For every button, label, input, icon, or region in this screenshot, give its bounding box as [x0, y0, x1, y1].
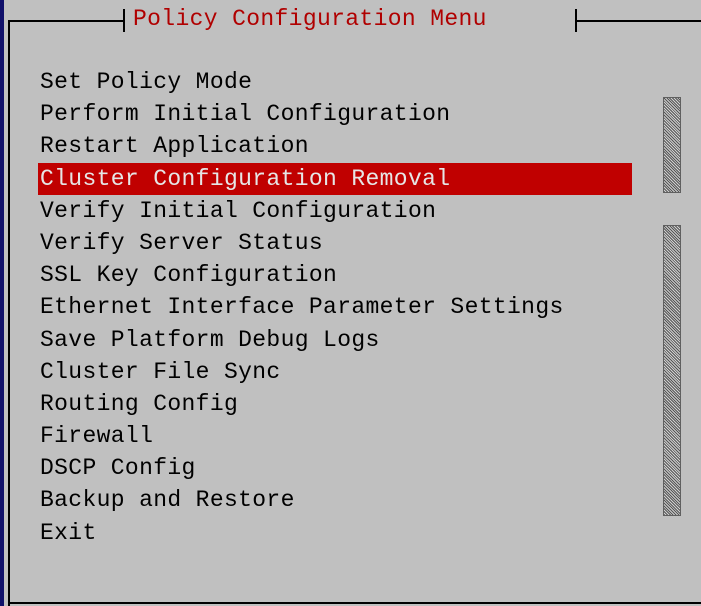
menu-frame-title-tick-left: [123, 9, 125, 32]
menu-frame-top-right: [575, 20, 701, 22]
menu-list: Set Policy Mode Perform Initial Configur…: [38, 66, 632, 549]
menu-item-dscp-config[interactable]: DSCP Config: [40, 452, 632, 484]
menu-title: Policy Configuration Menu: [133, 6, 487, 32]
menu-frame-left: [8, 20, 10, 606]
menu-item-save-platform-debug-logs[interactable]: Save Platform Debug Logs: [40, 324, 632, 356]
menu-item-routing-config[interactable]: Routing Config: [40, 388, 632, 420]
menu-frame-bottom: [8, 602, 701, 604]
window-left-edge: [0, 0, 4, 606]
menu-item-restart-application[interactable]: Restart Application: [40, 130, 632, 162]
menu-frame-top-left: [8, 20, 124, 22]
menu-item-cluster-configuration-removal[interactable]: Cluster Configuration Removal: [38, 162, 632, 195]
menu-item-ssl-key-configuration[interactable]: SSL Key Configuration: [40, 259, 632, 291]
menu-item-firewall[interactable]: Firewall: [40, 420, 632, 452]
menu-item-ethernet-interface-parameter-settings[interactable]: Ethernet Interface Parameter Settings: [40, 291, 632, 323]
scrollbar-thumb-upper[interactable]: [663, 97, 681, 193]
menu-item-exit[interactable]: Exit: [40, 517, 632, 549]
scrollbar-thumb-lower[interactable]: [663, 225, 681, 516]
menu-item-backup-and-restore[interactable]: Backup and Restore: [40, 484, 632, 516]
menu-item-perform-initial-configuration[interactable]: Perform Initial Configuration: [40, 98, 632, 130]
menu-item-verify-initial-configuration[interactable]: Verify Initial Configuration: [40, 195, 632, 227]
menu-item-set-policy-mode[interactable]: Set Policy Mode: [40, 66, 632, 98]
menu-item-verify-server-status[interactable]: Verify Server Status: [40, 227, 632, 259]
policy-configuration-screen: Policy Configuration Menu Set Policy Mod…: [0, 0, 701, 606]
menu-item-cluster-file-sync[interactable]: Cluster File Sync: [40, 356, 632, 388]
menu-frame-title-tick-right: [575, 9, 577, 32]
